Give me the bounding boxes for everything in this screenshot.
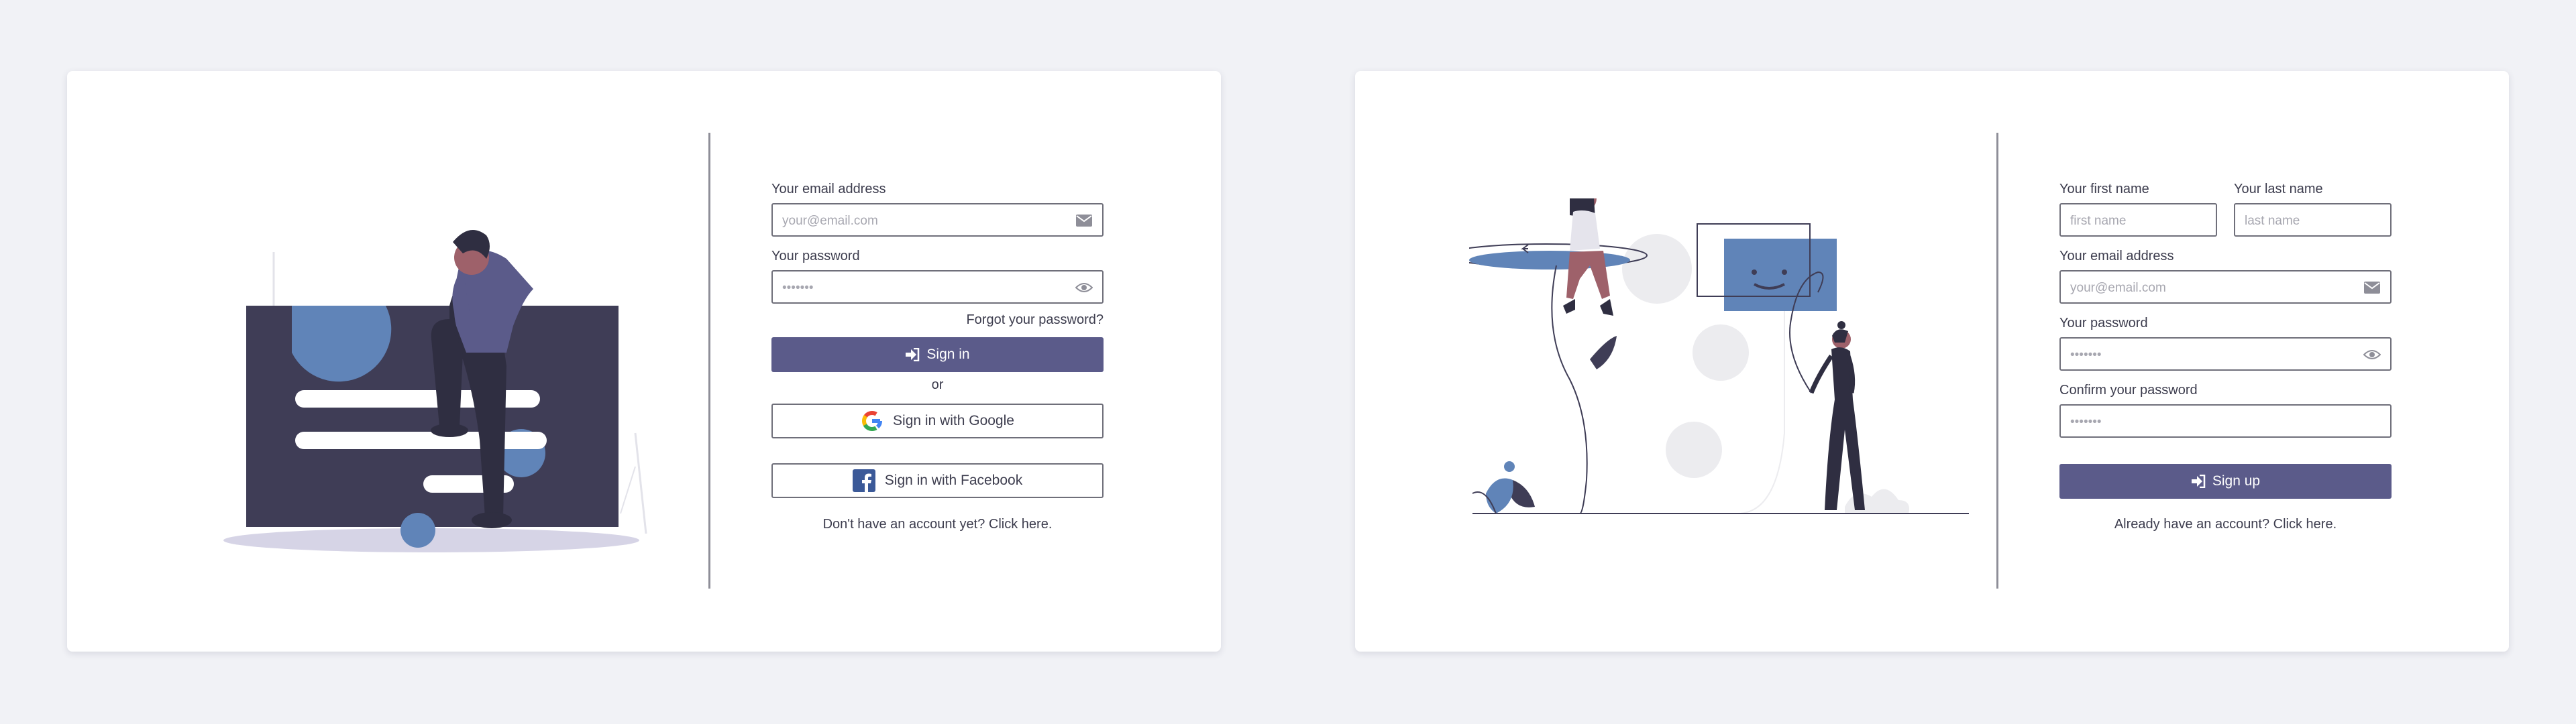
signup-illustration (1469, 198, 1969, 514)
google-sign-in-label: Sign in with Google (893, 413, 1014, 428)
first-name-field[interactable]: first name (2059, 203, 2217, 237)
confirm-password-label: Confirm your password (2059, 383, 2198, 398)
login-card: Your email address your@email.com Your p… (67, 71, 1221, 652)
google-icon (862, 411, 883, 431)
signup-link[interactable]: Don't have an account yet? Click here. (771, 517, 1104, 532)
or-separator: or (931, 377, 944, 392)
email-placeholder: your@email.com (2070, 281, 2166, 295)
email-field[interactable]: your@email.com (771, 203, 1104, 237)
email-label: Your email address (2059, 249, 2174, 263)
facebook-icon (852, 469, 875, 492)
sign-in-label: Sign in (926, 347, 970, 362)
password-placeholder: ••••••• (2070, 348, 2102, 362)
sign-in-icon (906, 348, 920, 361)
sign-up-label: Sign up (2212, 473, 2261, 489)
facebook-sign-in-button[interactable]: Sign in with Facebook (771, 463, 1104, 498)
password-placeholder: ••••••• (782, 281, 814, 295)
envelope-icon (1076, 215, 1092, 227)
email-placeholder: your@email.com (782, 214, 878, 228)
password-field[interactable]: ••••••• (2059, 337, 2392, 371)
password-label: Your password (2059, 316, 2148, 330)
signin-link[interactable]: Already have an account? Click here. (2059, 517, 2392, 532)
password-label: Your password (771, 249, 860, 263)
first-name-label: Your first name (2059, 182, 2149, 196)
last-name-placeholder: last name (2245, 214, 2300, 228)
signup-card: Your first name first name Your last nam… (1355, 71, 2509, 652)
last-name-field[interactable]: last name (2234, 203, 2392, 237)
confirm-password-placeholder: ••••••• (2070, 415, 2102, 429)
google-sign-in-button[interactable]: Sign in with Google (771, 404, 1104, 438)
password-field[interactable]: ••••••• (771, 270, 1104, 304)
first-name-placeholder: first name (2070, 214, 2127, 228)
login-illustration (223, 230, 647, 552)
envelope-icon (2364, 282, 2380, 294)
forgot-password-link[interactable]: Forgot your password? (966, 312, 1104, 328)
facebook-sign-in-label: Sign in with Facebook (884, 473, 1023, 488)
email-label: Your email address (771, 182, 886, 196)
email-field[interactable]: your@email.com (2059, 270, 2392, 304)
sign-up-button[interactable]: Sign up (2059, 464, 2392, 499)
last-name-label: Your last name (2234, 182, 2323, 196)
sign-in-button[interactable]: Sign in (771, 337, 1104, 372)
eye-icon[interactable] (2363, 347, 2381, 362)
vertical-divider (1996, 133, 1998, 589)
eye-icon[interactable] (1075, 280, 1093, 295)
vertical-divider (708, 133, 710, 589)
sign-in-icon (2191, 475, 2206, 488)
confirm-password-field[interactable]: ••••••• (2059, 404, 2392, 438)
